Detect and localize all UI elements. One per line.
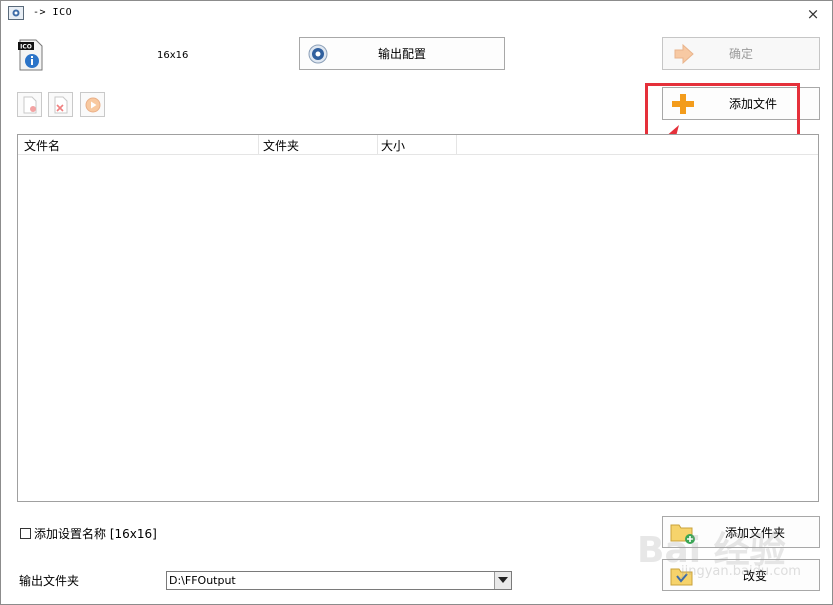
file-delete-icon [54, 96, 68, 114]
output-folder-label: 输出文件夹 [19, 574, 80, 588]
title-bar: -> ICO × [1, 1, 832, 27]
play-button[interactable] [80, 92, 105, 117]
file-list[interactable]: 文件名 文件夹 大小 [17, 134, 819, 502]
svg-text:ICO: ICO [20, 44, 32, 51]
column-separator[interactable] [456, 135, 457, 154]
ok-label: 确定 [728, 47, 753, 61]
column-header-size[interactable]: 大小 [381, 137, 405, 154]
column-separator[interactable] [258, 135, 259, 154]
column-header-filename[interactable]: 文件名 [24, 137, 60, 154]
output-config-button[interactable]: 输出配置 [299, 37, 505, 70]
baidu-watermark-url: jingyan.baidu.com [681, 564, 801, 579]
dropdown-arrow[interactable] [494, 572, 511, 589]
ico-file-info-icon: ICO [18, 39, 43, 71]
remove-file-button[interactable] [17, 92, 42, 117]
close-button[interactable]: × [802, 4, 824, 24]
file-remove-icon [23, 96, 37, 114]
column-header-folder[interactable]: 文件夹 [263, 137, 299, 154]
column-separator[interactable] [377, 135, 378, 154]
app-icon [8, 6, 24, 20]
clear-list-button[interactable] [48, 92, 73, 117]
output-config-label: 输出配置 [377, 47, 426, 61]
window-title: -> ICO [33, 7, 73, 18]
add-setting-name-label: 添加设置名称 [16x16] [34, 527, 157, 541]
output-folder-value: D:\FFOutput [169, 574, 236, 587]
file-list-header: 文件名 文件夹 大小 [18, 135, 818, 155]
ico-converter-window: -> ICO × ICO 16x16 输出配置 确定 添加文件 文件名 文件夹 … [0, 0, 833, 605]
output-size-label: 16x16 [157, 50, 189, 61]
output-folder-select[interactable]: D:\FFOutput [166, 571, 512, 590]
play-icon [85, 97, 101, 113]
ok-button[interactable]: 确定 [662, 37, 820, 70]
add-setting-name-checkbox[interactable] [20, 528, 31, 539]
chevron-down-icon [498, 577, 508, 583]
